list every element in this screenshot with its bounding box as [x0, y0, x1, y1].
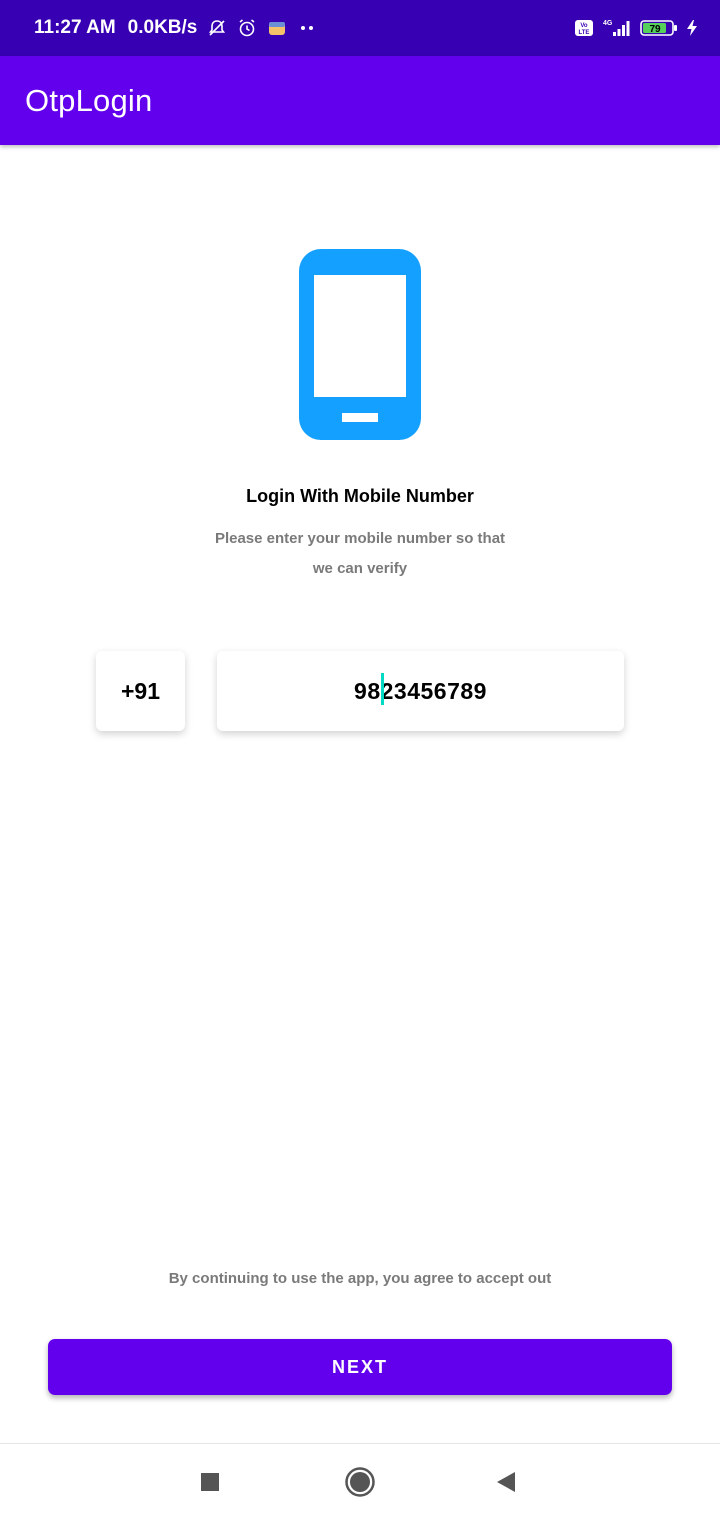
- charging-icon: [686, 19, 698, 37]
- mobile-phone-icon: [299, 249, 421, 440]
- home-circle-icon[interactable]: [342, 1464, 378, 1500]
- page-subtitle: Please enter your mobile number so that …: [200, 524, 520, 584]
- status-left: 11:27 AM 0.0KB/s: [34, 17, 319, 39]
- country-code-field[interactable]: +91: [96, 651, 185, 731]
- more-dots-icon: [297, 24, 319, 32]
- country-code-value: +91: [120, 677, 160, 704]
- status-net-speed: 0.0KB/s: [127, 17, 198, 38]
- app-bar: OtpLogin: [0, 56, 720, 145]
- subtitle-line-1: Please enter your mobile number so that: [214, 530, 506, 547]
- back-triangle-icon[interactable]: [488, 1464, 524, 1500]
- status-bar: 11:27 AM 0.0KB/s Vo LTE 4G 79: [0, 0, 720, 56]
- network-type-label: 4G: [603, 20, 613, 27]
- signal-4g-icon: 4G: [602, 18, 632, 38]
- battery-level-label: 79: [649, 24, 661, 35]
- svg-text:Vo: Vo: [580, 23, 588, 29]
- app-notification-icon: [267, 18, 287, 38]
- text-cursor: [381, 672, 385, 705]
- battery-icon: 79: [640, 19, 678, 37]
- recents-square-icon[interactable]: [192, 1464, 228, 1500]
- phone-number-input[interactable]: 9823456789: [217, 651, 624, 731]
- app-title: OtpLogin: [25, 82, 153, 118]
- phone-number-value: 9823456789: [354, 672, 487, 705]
- alarm-icon: [237, 18, 257, 38]
- next-button[interactable]: NEXT: [48, 1339, 672, 1395]
- svg-text:LTE: LTE: [579, 30, 590, 36]
- phone-number-text: 9823456789: [354, 677, 487, 704]
- notifications-off-icon: [207, 18, 227, 38]
- status-time: 11:27 AM: [34, 17, 116, 38]
- subtitle-line-2: we can verify: [312, 560, 408, 577]
- page-title: Login With Mobile Number: [246, 486, 474, 506]
- navigation-bar: [0, 1443, 720, 1520]
- status-right: Vo LTE 4G 79: [574, 18, 698, 38]
- terms-text: By continuing to use the app, you agree …: [168, 1270, 552, 1287]
- volte-icon: Vo LTE: [574, 19, 594, 37]
